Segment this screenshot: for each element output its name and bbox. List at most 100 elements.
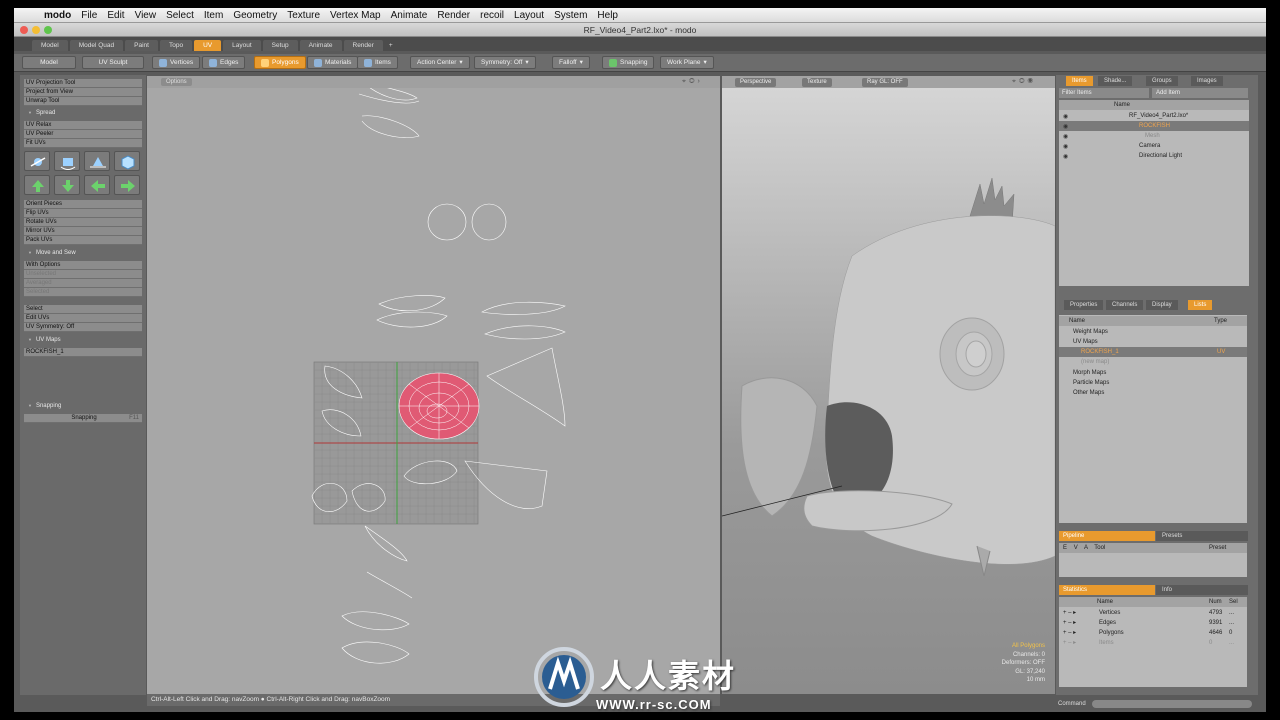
- expand-icon[interactable]: + – ▸: [1063, 638, 1076, 648]
- uv-map-rockfish-row[interactable]: ROCKFISH_1 UV: [1059, 347, 1247, 357]
- move-sew-averaged-button[interactable]: Averaged: [24, 279, 142, 288]
- item-directional-light[interactable]: Directional Light: [1059, 151, 1249, 161]
- mirror-uvs-button[interactable]: Mirror UVs: [24, 227, 142, 236]
- new-map-row[interactable]: (new map): [1059, 357, 1247, 367]
- tab-lists[interactable]: Lists: [1188, 300, 1213, 310]
- add-item-dropdown[interactable]: Add Item: [1152, 88, 1248, 98]
- menu-system[interactable]: System: [554, 8, 587, 23]
- tab-properties[interactable]: Properties: [1064, 300, 1104, 310]
- project-from-view-button[interactable]: Project from View: [24, 88, 142, 97]
- tab-model[interactable]: Model: [32, 40, 68, 51]
- stats-col-sel[interactable]: Sel: [1229, 597, 1238, 607]
- menu-animate[interactable]: Animate: [391, 8, 428, 23]
- command-input[interactable]: [1092, 700, 1252, 708]
- fit-uvs-button[interactable]: Fit UVs: [24, 139, 142, 148]
- viewport-nav-icons[interactable]: ⌖◎›: [682, 78, 712, 86]
- item-rockfish[interactable]: ROCKFISH: [1059, 121, 1249, 131]
- uv-viewport[interactable]: [147, 76, 720, 694]
- materials-mode-button[interactable]: Materials: [307, 56, 359, 69]
- move-sew-with-options-dropdown[interactable]: With Options: [24, 261, 142, 270]
- symmetry-dropdown[interactable]: Symmetry: Off ▾: [474, 56, 536, 69]
- items-mode-button[interactable]: Items: [357, 56, 398, 69]
- pipeline-col-v[interactable]: V: [1074, 545, 1078, 551]
- vertices-mode-button[interactable]: Vertices: [152, 56, 201, 69]
- stats-row-edges[interactable]: + – ▸ Edges 9391 ...: [1059, 618, 1247, 628]
- menu-edit[interactable]: Edit: [107, 8, 124, 23]
- pipeline-col-preset[interactable]: Preset: [1209, 543, 1226, 553]
- pipeline-col-tool[interactable]: Tool: [1094, 545, 1105, 551]
- pack-uvs-button[interactable]: Pack UVs: [24, 236, 142, 245]
- snapping-header[interactable]: Snapping: [24, 401, 142, 411]
- tab-statistics[interactable]: Statistics: [1059, 585, 1155, 595]
- stats-row-polygons[interactable]: + – ▸ Polygons 4646 0: [1059, 628, 1247, 638]
- morph-maps-row[interactable]: Morph Maps: [1059, 368, 1247, 378]
- uv-maps-row[interactable]: UV Maps: [1059, 337, 1247, 347]
- tab-items[interactable]: Items: [1066, 76, 1093, 86]
- move-and-sew-header[interactable]: Move and Sew: [24, 248, 142, 258]
- uv-sculpt-button[interactable]: UV Sculpt: [82, 56, 144, 69]
- uv-maps-header[interactable]: UV Maps: [24, 335, 142, 345]
- tab-setup[interactable]: Setup: [262, 40, 298, 51]
- menu-help[interactable]: Help: [597, 8, 618, 23]
- tab-presets[interactable]: Presets: [1156, 531, 1248, 541]
- ray-gl-toggle[interactable]: Ray GL: OFF: [862, 78, 908, 87]
- tab-layout[interactable]: Layout: [223, 40, 261, 51]
- menu-render[interactable]: Render: [437, 8, 470, 23]
- tab-render[interactable]: Render: [343, 40, 383, 51]
- uv-transform-tool-icon[interactable]: [114, 151, 140, 171]
- tab-info[interactable]: Info: [1156, 585, 1248, 595]
- tab-paint[interactable]: Paint: [125, 40, 158, 51]
- menu-texture[interactable]: Texture: [287, 8, 320, 23]
- polygons-mode-button[interactable]: Polygons: [254, 56, 306, 69]
- move-down-icon[interactable]: [54, 175, 80, 195]
- falloff-dropdown[interactable]: Falloff ▾: [552, 56, 590, 69]
- expand-icon[interactable]: + – ▸: [1063, 608, 1076, 618]
- model-toolbox-button[interactable]: Model: [22, 56, 76, 69]
- menu-vertex-map[interactable]: Vertex Map: [330, 8, 381, 23]
- filter-items-dropdown[interactable]: Filter Items: [1059, 88, 1149, 98]
- item-camera[interactable]: Camera: [1059, 141, 1249, 151]
- expand-icon[interactable]: + – ▸: [1063, 628, 1076, 638]
- spread-header[interactable]: Spread: [24, 108, 142, 118]
- stats-row-vertices[interactable]: + – ▸ Vertices 4793 ...: [1059, 608, 1247, 618]
- tab-pipeline[interactable]: Pipeline: [1059, 531, 1155, 541]
- perspective-viewport[interactable]: All Polygons Channels: 0 Deformers: OFF …: [722, 76, 1055, 694]
- expand-icon[interactable]: + – ▸: [1063, 618, 1076, 628]
- pipeline-col-e[interactable]: E: [1063, 545, 1067, 551]
- menu-layout[interactable]: Layout: [514, 8, 544, 23]
- texture-shading-dropdown[interactable]: Texture: [802, 78, 832, 87]
- pipeline-col-a[interactable]: A: [1084, 545, 1088, 551]
- snapping-panel-button[interactable]: Snapping F11: [24, 414, 142, 423]
- tab-images[interactable]: Images: [1191, 76, 1223, 86]
- move-right-icon[interactable]: [114, 175, 140, 195]
- menu-file[interactable]: File: [81, 8, 97, 23]
- tab-model-quad[interactable]: Model Quad: [69, 40, 124, 51]
- visibility-eye-icons[interactable]: ◉ ◉ ◉ ◉ ◉: [1063, 112, 1071, 160]
- menu-recoil[interactable]: recoil: [480, 8, 504, 23]
- uv-projection-tool-button[interactable]: UV Projection Tool: [24, 79, 142, 88]
- items-name-column-header[interactable]: Name: [1059, 100, 1249, 110]
- edit-uvs-dropdown[interactable]: Edit UVs: [24, 314, 142, 323]
- snapping-button[interactable]: Snapping: [602, 56, 655, 69]
- uv-rotate-tool-icon[interactable]: [54, 151, 80, 171]
- tab-groups[interactable]: Groups: [1146, 76, 1178, 86]
- tab-channels[interactable]: Channels: [1106, 300, 1144, 310]
- weight-maps-row[interactable]: Weight Maps: [1059, 327, 1247, 337]
- tab-shader-tree[interactable]: Shade...: [1098, 76, 1133, 86]
- select-dropdown[interactable]: Select: [24, 305, 142, 314]
- other-maps-row[interactable]: Other Maps: [1059, 388, 1247, 398]
- tab-display[interactable]: Display: [1146, 300, 1178, 310]
- uv-options-button[interactable]: Options: [161, 78, 192, 86]
- menu-geometry[interactable]: Geometry: [233, 8, 277, 23]
- uv-peeler-button[interactable]: UV Peeler: [24, 130, 142, 139]
- app-menu[interactable]: modo: [44, 8, 71, 23]
- viewport-3d-nav-icons[interactable]: ⌖◎◉: [1012, 78, 1036, 86]
- uv-symmetry-dropdown[interactable]: UV Symmetry: Off: [24, 323, 142, 332]
- action-center-dropdown[interactable]: Action Center ▾: [410, 56, 470, 69]
- lists-type-header[interactable]: Type: [1214, 316, 1227, 326]
- unwrap-tool-button[interactable]: Unwrap Tool: [24, 97, 142, 106]
- move-sew-selected-button[interactable]: Selected: [24, 288, 142, 297]
- menu-select[interactable]: Select: [166, 8, 194, 23]
- stats-col-name[interactable]: Name: [1097, 597, 1113, 607]
- uv-map-dropdown[interactable]: ROCKFISH_1: [24, 348, 142, 357]
